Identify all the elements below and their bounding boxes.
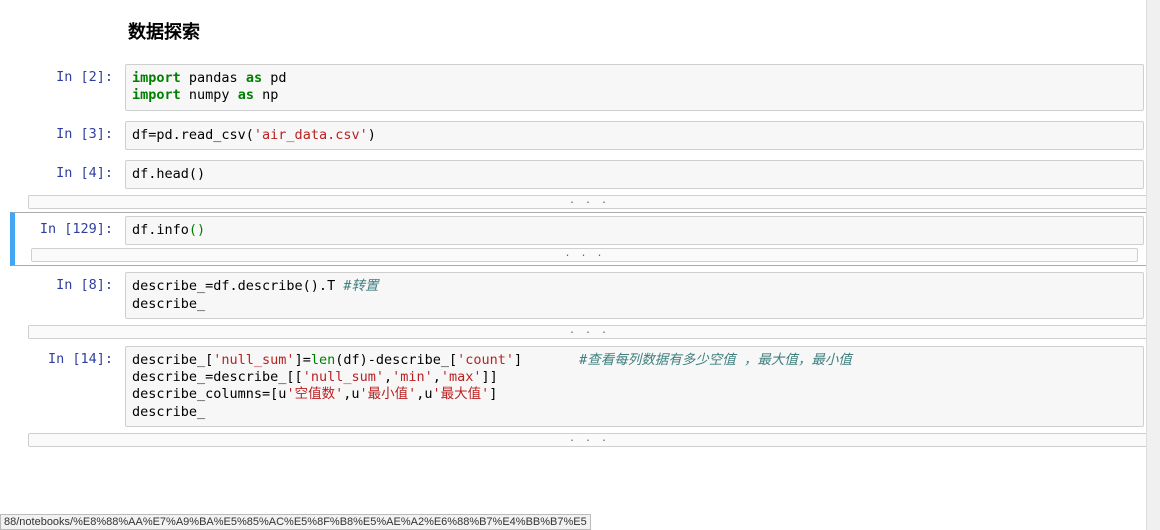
- notebook-container: 数据探索 In [2]: import pandas as pd import …: [0, 0, 1160, 447]
- string-literal: '空值数': [286, 386, 343, 402]
- string-literal: 'air_data.csv': [254, 127, 368, 143]
- code-text: ]]: [482, 369, 498, 385]
- string-literal: '最小值': [359, 386, 416, 402]
- comment: #查看每列数据有多少空值 ，最大值，最小值: [579, 352, 852, 368]
- string-literal: '最大值': [433, 386, 490, 402]
- keyword: import: [132, 70, 181, 86]
- section-heading: 数据探索: [128, 0, 1150, 58]
- code-text: df=pd.read_csv(: [132, 127, 254, 143]
- string-literal: 'count': [457, 352, 514, 368]
- code-text: describe_[: [132, 352, 213, 368]
- string-literal: 'min': [392, 369, 433, 385]
- code-text: ,: [384, 369, 392, 385]
- scrollbar-track[interactable]: [1146, 0, 1160, 530]
- code-text: numpy: [181, 87, 238, 103]
- code-text: ,: [433, 369, 441, 385]
- output-collapsed[interactable]: . . .: [28, 325, 1150, 339]
- code-text: describe_: [132, 404, 205, 420]
- cell-prompt: In [8]:: [20, 272, 125, 319]
- output-collapsed[interactable]: . . .: [28, 195, 1150, 209]
- code-input[interactable]: import pandas as pd import numpy as np: [125, 64, 1144, 111]
- code-text: ]=: [295, 352, 311, 368]
- code-input[interactable]: df.info(): [125, 216, 1144, 245]
- code-input[interactable]: describe_=df.describe().T #转置 describe_: [125, 272, 1144, 319]
- string-literal: 'null_sum': [303, 369, 384, 385]
- status-bar: 88/notebooks/%E8%88%AA%E7%A9%BA%E5%85%AC…: [0, 514, 591, 530]
- code-text: describe_: [132, 296, 205, 312]
- cell-prompt: In [4]:: [20, 160, 125, 189]
- cell-prompt: In [129]:: [20, 216, 125, 245]
- keyword: as: [238, 87, 254, 103]
- code-text: describe_=describe_[[: [132, 369, 303, 385]
- output-collapsed[interactable]: . . .: [31, 248, 1138, 262]
- code-input[interactable]: df=pd.read_csv('air_data.csv'): [125, 121, 1144, 150]
- cell-prompt: In [2]:: [20, 64, 125, 111]
- code-cell[interactable]: In [2]: import pandas as pd import numpy…: [10, 60, 1150, 115]
- code-input[interactable]: df.head(): [125, 160, 1144, 189]
- comment: #转置: [343, 278, 378, 294]
- code-text: ): [368, 127, 376, 143]
- code-text: df.head(): [132, 166, 205, 182]
- cell-prompt: In [3]:: [20, 121, 125, 150]
- code-cell[interactable]: In [8]: describe_=df.describe().T #转置 de…: [10, 268, 1150, 323]
- code-cell[interactable]: In [4]: df.head(): [10, 156, 1150, 193]
- code-text: describe_=df.describe().T: [132, 278, 343, 294]
- output-collapsed[interactable]: . . .: [28, 433, 1150, 447]
- code-text: (df)-describe_[: [335, 352, 457, 368]
- code-cell[interactable]: In [3]: df=pd.read_csv('air_data.csv'): [10, 117, 1150, 154]
- code-text: ,u: [416, 386, 432, 402]
- builtin: len: [311, 352, 335, 368]
- code-text: pd: [262, 70, 286, 86]
- cell-prompt: In [14]:: [20, 346, 125, 427]
- code-text: describe_columns=[u: [132, 386, 286, 402]
- keyword: as: [246, 70, 262, 86]
- code-input[interactable]: describe_['null_sum']=len(df)-describe_[…: [125, 346, 1144, 427]
- string-literal: 'max': [441, 369, 482, 385]
- code-text: np: [254, 87, 278, 103]
- code-text: pandas: [181, 70, 246, 86]
- keyword: import: [132, 87, 181, 103]
- code-cell[interactable]: In [14]: describe_['null_sum']=len(df)-d…: [10, 342, 1150, 431]
- code-cell-selected[interactable]: In [129]: df.info(): [10, 212, 1150, 249]
- code-text: ,u: [343, 386, 359, 402]
- code-text: ]: [514, 352, 579, 368]
- string-literal: 'null_sum': [213, 352, 294, 368]
- code-text: df.info: [132, 222, 189, 238]
- code-text: ]: [489, 386, 497, 402]
- paren: (): [189, 222, 205, 238]
